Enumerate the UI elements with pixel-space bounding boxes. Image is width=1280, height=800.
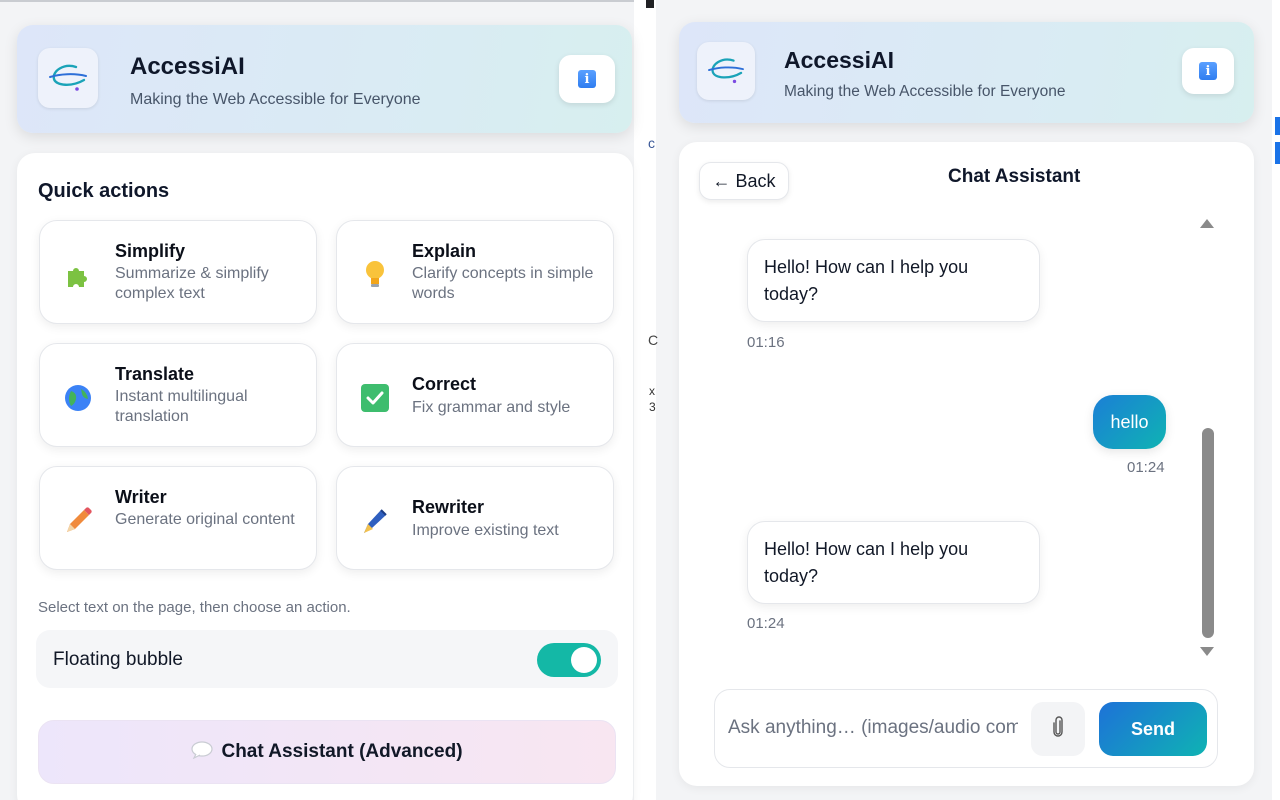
pencil-icon	[62, 505, 94, 537]
action-title: Simplify	[115, 241, 186, 261]
app-header	[679, 22, 1254, 123]
globe-icon	[62, 382, 94, 414]
quick-actions-title: Quick actions	[38, 180, 170, 202]
simplify-action-card[interactable]: Simplify Summarize & simplify complex te…	[39, 220, 317, 324]
message-timestamp: 01:16	[747, 334, 785, 351]
chat-input[interactable]	[728, 710, 1018, 746]
rewriter-action-card[interactable]: Rewriter Improve existing text	[336, 466, 614, 570]
translate-action-card[interactable]: Translate Instant multilingual translati…	[39, 343, 317, 447]
action-description: Fix grammar and style	[412, 399, 571, 416]
action-title: Rewriter	[412, 497, 485, 517]
app-title: AccessiAI	[130, 53, 245, 80]
page-edge-highlight	[1275, 142, 1280, 164]
action-title: Writer	[115, 487, 167, 507]
action-title: Translate	[115, 364, 195, 384]
chat-assistant-advanced-button[interactable]: Chat Assistant (Advanced)	[38, 720, 616, 784]
paperclip-icon	[1052, 715, 1064, 743]
speech-bubble-icon	[191, 740, 214, 764]
info-button[interactable]: i	[559, 55, 615, 103]
info-icon: i	[578, 70, 596, 88]
chat-scrollbar-thumb[interactable]	[1202, 428, 1214, 638]
scroll-down-arrow-icon[interactable]	[1200, 647, 1214, 656]
writer-action-card[interactable]: Writer Generate original content	[39, 466, 317, 570]
assistant-message: Hello! How can I help you today?	[747, 521, 1040, 604]
page-edge-highlight	[1275, 117, 1280, 135]
toggle-knob	[571, 647, 597, 673]
send-button[interactable]: Send	[1099, 702, 1207, 756]
attach-button[interactable]	[1031, 702, 1085, 756]
back-button[interactable]: ← Back	[699, 162, 789, 200]
correct-action-card[interactable]: Correct Fix grammar and style	[336, 343, 614, 447]
app-subtitle: Making the Web Accessible for Everyone	[130, 91, 421, 108]
selection-hint: Select text on the page, then choose an …	[38, 599, 351, 616]
info-button[interactable]: i	[1182, 48, 1234, 94]
action-title: Explain	[412, 241, 477, 261]
floating-bubble-toggle[interactable]	[537, 643, 601, 677]
explain-action-card[interactable]: Explain Clarify concepts in simple words	[336, 220, 614, 324]
puzzle-piece-icon	[62, 259, 94, 291]
chat-assistant-advanced-label: Chat Assistant (Advanced)	[221, 741, 463, 762]
orbit-logo-icon	[697, 42, 755, 100]
app-subtitle: Making the Web Accessible for Everyone	[784, 83, 1066, 100]
background-page-fragment: x	[649, 384, 655, 398]
lightbulb-icon	[359, 259, 391, 291]
message-timestamp: 01:24	[747, 615, 785, 632]
action-description: Generate original content	[115, 511, 295, 528]
scroll-up-arrow-icon[interactable]	[1200, 219, 1214, 228]
action-title: Correct	[412, 374, 477, 394]
user-message: hello	[1093, 395, 1166, 449]
pen-icon	[359, 505, 391, 537]
window-corner	[646, 0, 654, 8]
app-header	[17, 25, 632, 133]
background-page-fragment: c	[648, 135, 655, 151]
action-description: Instant multilingual translation	[115, 388, 248, 425]
background-page-fragment: C	[648, 332, 659, 348]
action-description: Improve existing text	[412, 522, 559, 539]
app-title: AccessiAI	[784, 47, 894, 73]
assistant-message: Hello! How can I help you today?	[747, 239, 1040, 322]
orbit-logo-icon	[38, 48, 98, 108]
info-icon: i	[1199, 62, 1217, 80]
action-description: Clarify concepts in simple words	[412, 265, 594, 302]
background-page-fragment: 3	[649, 400, 656, 414]
floating-bubble-label: Floating bubble	[53, 649, 183, 670]
action-description: Summarize & simplify complex text	[115, 265, 269, 302]
chat-title: Chat Assistant	[948, 166, 1081, 187]
window-top-border	[0, 0, 648, 2]
checkmark-box-icon	[359, 382, 391, 414]
message-timestamp: 01:24	[1127, 459, 1165, 476]
